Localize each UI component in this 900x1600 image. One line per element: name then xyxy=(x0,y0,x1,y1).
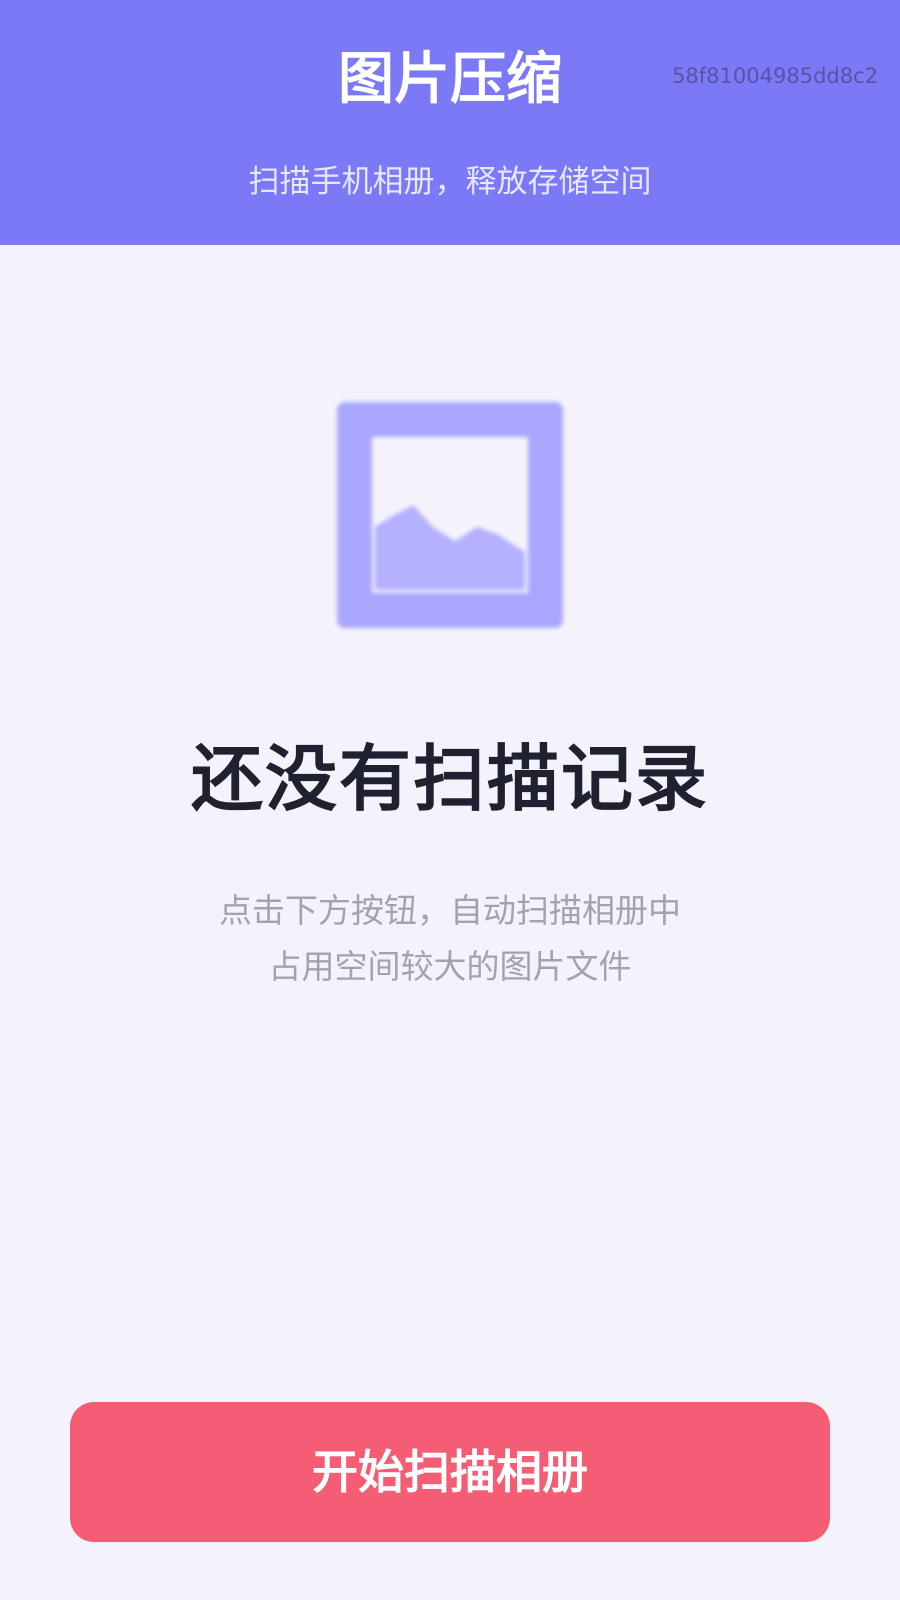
empty-state-description-line-1: 点击下方按钮，自动扫描相册中 xyxy=(219,891,681,930)
image-placeholder-icon-svg xyxy=(337,402,563,628)
start-scan-button[interactable]: 开始扫描相册 xyxy=(70,1402,830,1542)
app-screen: 图片压缩 58f81004985dd8c2 扫描手机相册，释放存储空间 还没有扫… xyxy=(0,0,900,1600)
hash-label: 58f81004985dd8c2 xyxy=(672,64,878,88)
page-subtitle: 扫描手机相册，释放存储空间 xyxy=(248,164,652,200)
image-placeholder-icon xyxy=(337,402,563,628)
empty-state-description-line-2: 占用空间较大的图片文件 xyxy=(268,947,632,986)
app-header: 图片压缩 58f81004985dd8c2 扫描手机相册，释放存储空间 xyxy=(0,0,900,245)
empty-state-description: 点击下方按钮，自动扫描相册中 占用空间较大的图片文件 xyxy=(0,883,900,995)
empty-state-title: 还没有扫描记录 xyxy=(190,737,709,821)
